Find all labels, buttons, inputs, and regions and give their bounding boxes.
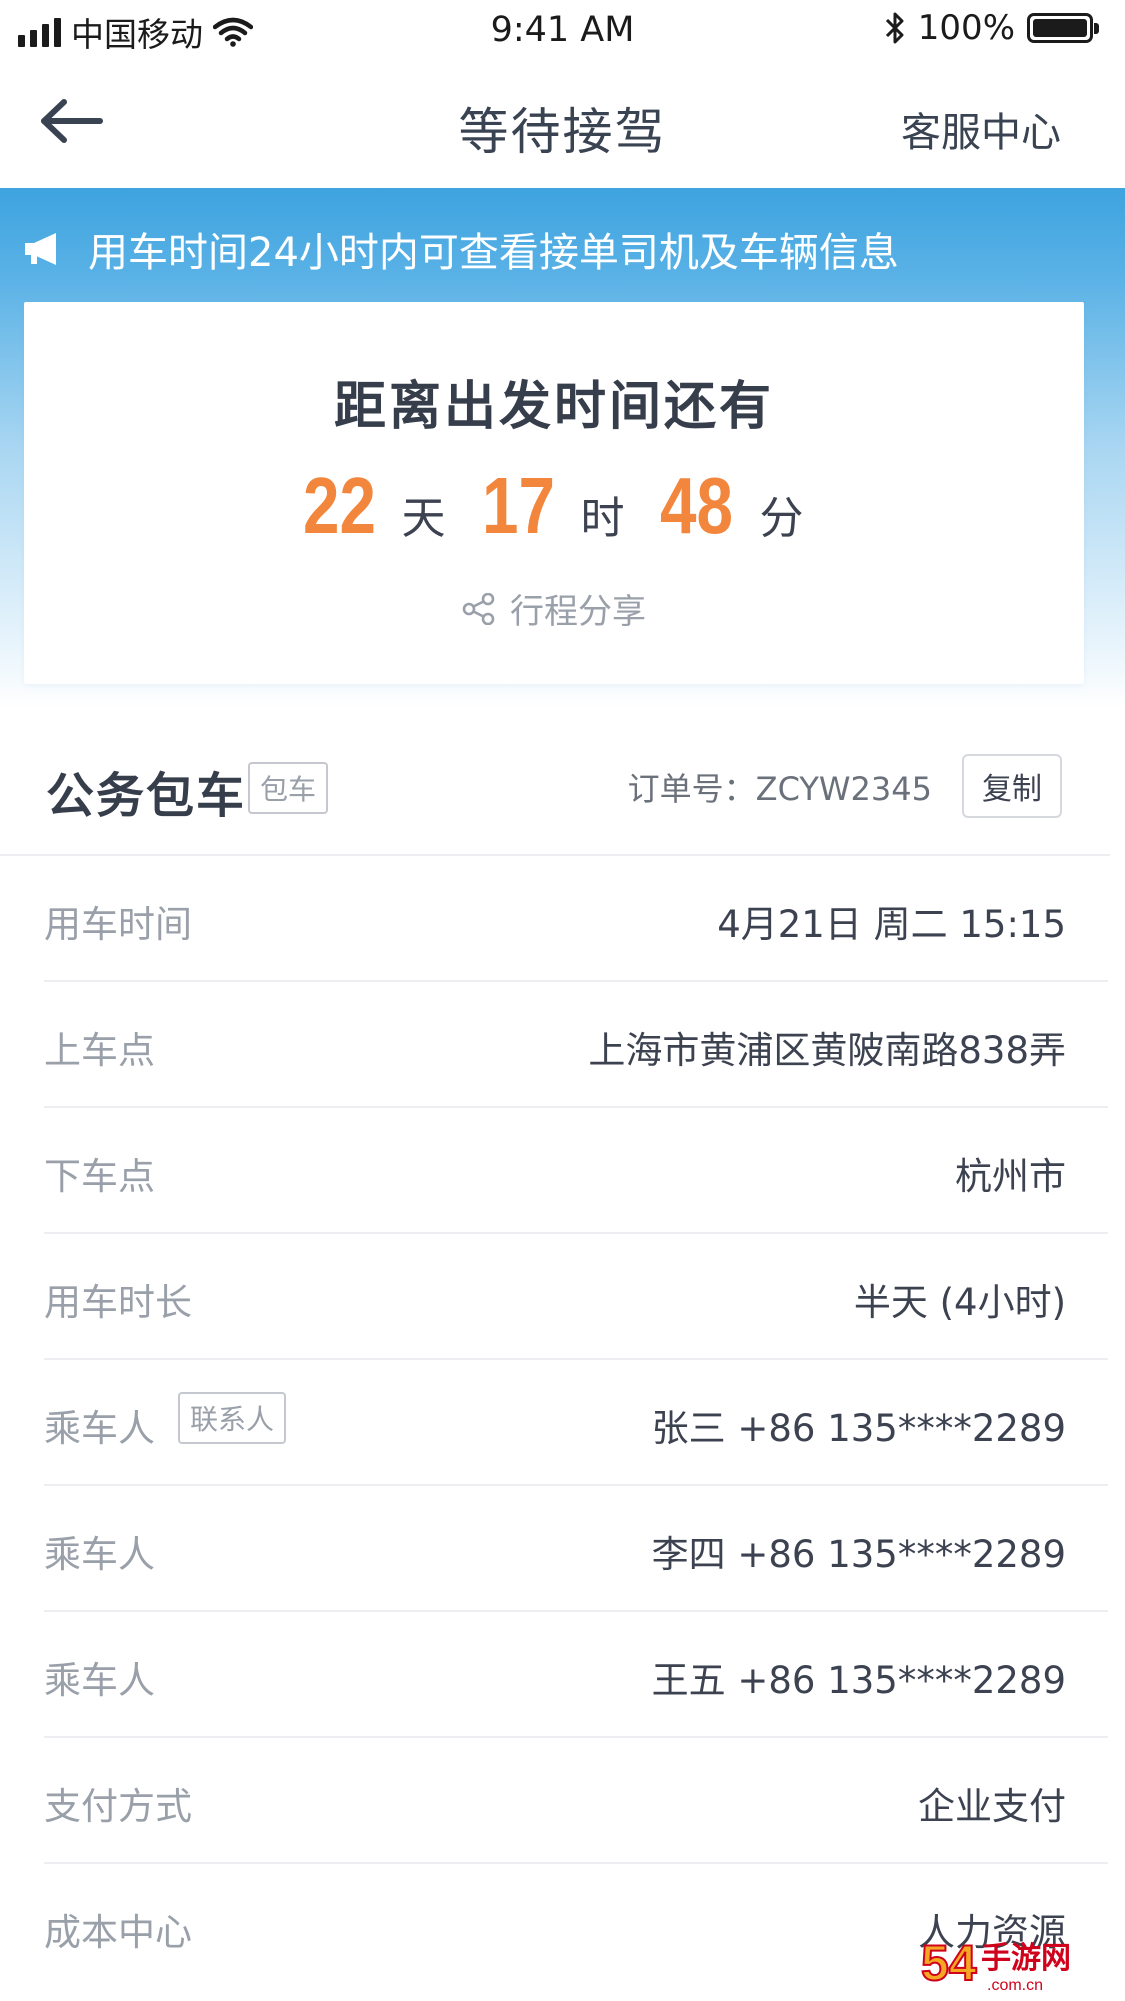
- countdown-minutes: 48: [660, 461, 734, 550]
- countdown-days-unit: 天: [401, 493, 446, 544]
- service-tag: 包车: [248, 762, 329, 814]
- detail-value: 上海市黄浦区黄陂南路838弄: [588, 1029, 1066, 1072]
- detail-value: 张三 +86 135****2289: [651, 1407, 1066, 1450]
- detail-row: 乘车人 李四 +86 135****2289: [44, 1486, 1108, 1612]
- detail-label: 上车点: [44, 1029, 155, 1072]
- service-name: 公务包车: [46, 768, 247, 824]
- detail-label: 乘车人: [44, 1533, 155, 1576]
- countdown-card: 距离出发时间还有 22 天 17 时 48 分 行程分享: [24, 302, 1084, 684]
- megaphone-icon: [25, 233, 56, 265]
- detail-value: 半天 (4小时): [853, 1281, 1066, 1324]
- svg-text:54: 54: [921, 1935, 977, 1991]
- status-bar: 中国移动 9:41 AM 100%: [0, 0, 1125, 60]
- watermark-logo: 54 手游网 .com.cn: [920, 1934, 1071, 1994]
- detail-row: 乘车人 王五 +86 135****2289: [44, 1612, 1108, 1738]
- detail-label: 乘车人: [44, 1407, 155, 1450]
- customer-service-link[interactable]: 客服中心: [901, 100, 1061, 158]
- detail-value: 李四 +86 135****2289: [651, 1533, 1066, 1576]
- battery-icon: [1027, 13, 1099, 43]
- detail-row: 下车点 杭州市: [44, 1108, 1108, 1234]
- svg-text:手游网: 手游网: [981, 1942, 1071, 1975]
- detail-value: 企业支付: [918, 1785, 1066, 1828]
- countdown-days: 22: [302, 461, 376, 550]
- svg-text:.com.cn: .com.cn: [987, 1977, 1043, 1994]
- detail-label: 乘车人: [44, 1659, 155, 1702]
- detail-value: 杭州市: [955, 1155, 1066, 1198]
- detail-row: 乘车人 联系人 张三 +86 135****2289: [44, 1360, 1108, 1486]
- notice-bar: 用车时间24小时内可查看接单司机及车辆信息: [22, 220, 899, 278]
- share-label: 行程分享: [510, 592, 646, 632]
- detail-label: 下车点: [44, 1155, 155, 1198]
- copy-button[interactable]: 复制: [962, 754, 1062, 818]
- countdown-timer: 22 天 17 时 48 分: [24, 460, 1084, 552]
- countdown-hours-unit: 时: [580, 493, 625, 544]
- countdown-hours: 17: [481, 461, 555, 550]
- detail-label: 用车时长: [44, 1281, 192, 1324]
- detail-label: 支付方式: [44, 1785, 192, 1828]
- countdown-minutes-unit: 分: [759, 493, 804, 544]
- notice-text: 用车时间24小时内可查看接单司机及车辆信息: [88, 230, 899, 276]
- order-number: 订单号：ZCYW2345: [627, 770, 932, 808]
- share-trip-button[interactable]: 行程分享: [24, 584, 1084, 633]
- detail-row: 用车时间 4月21日 周二 15:15: [44, 856, 1108, 982]
- detail-label: 用车时间: [44, 903, 192, 946]
- detail-row: 支付方式 企业支付: [44, 1738, 1108, 1864]
- countdown-title: 距离出发时间还有: [333, 377, 774, 437]
- detail-row: 用车时长 半天 (4小时): [44, 1234, 1108, 1360]
- battery-text: 100%: [917, 8, 1015, 48]
- nav-bar: 等待接驾 客服中心: [0, 60, 1125, 188]
- detail-label: 成本中心: [44, 1911, 192, 1954]
- battery-fill: [1033, 19, 1087, 37]
- contact-tag: 联系人: [178, 1392, 287, 1444]
- share-icon: [462, 592, 495, 625]
- detail-row: 上车点 上海市黄浦区黄陂南路838弄: [44, 982, 1108, 1108]
- bluetooth-icon: [885, 12, 904, 44]
- detail-value: 王五 +86 135****2289: [651, 1659, 1066, 1702]
- detail-value: 4月21日 周二 15:15: [717, 903, 1066, 946]
- status-right: 100%: [884, 8, 1099, 48]
- order-header: 公务包车 包车 订单号：ZCYW2345 复制: [0, 708, 1110, 856]
